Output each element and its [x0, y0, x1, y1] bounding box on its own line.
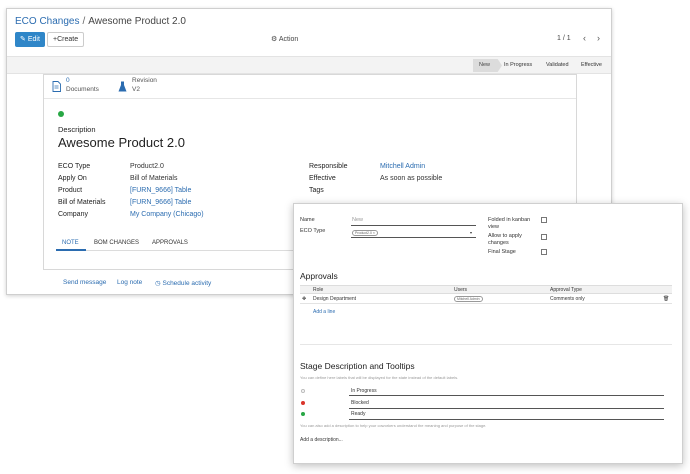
field-value[interactable]: My Company (Chicago) [130, 211, 204, 218]
field-label: ECO Type [58, 163, 91, 170]
tab-approvals[interactable]: APPROVALS [152, 240, 188, 246]
column-role[interactable]: Role [313, 287, 323, 293]
pencil-icon: ✎ [20, 36, 26, 43]
tab-note[interactable]: NOTE [62, 240, 79, 246]
field-value[interactable]: As soon as possible [380, 175, 442, 182]
description-label: Description [58, 125, 96, 134]
field-label: Tags [309, 187, 324, 194]
state-in-progress-underline [349, 395, 664, 396]
field-label: Product [58, 187, 83, 194]
schedule-activity-button[interactable]: ◷ Schedule activity [155, 279, 211, 287]
final-stage-checkbox[interactable] [541, 249, 547, 255]
log-note-button[interactable]: Log note [117, 279, 142, 286]
field-value[interactable]: [FURN_9666] Table [130, 187, 191, 194]
status-dot [58, 111, 64, 117]
name-label: Name [300, 217, 315, 223]
tab-bom-changes[interactable]: BOM CHANGES [94, 240, 139, 246]
field-value[interactable]: Mitchell Admin [380, 163, 425, 170]
stage-validated[interactable]: Validated [546, 62, 569, 68]
document-icon [52, 81, 61, 92]
active-tab-indicator [56, 249, 86, 251]
state-ready-input[interactable]: Ready [351, 411, 365, 417]
edit-button[interactable]: ✎ Edit [15, 32, 45, 47]
schedule-activity-label: Schedule activity [162, 280, 212, 287]
state-blocked-underline [349, 408, 664, 409]
close-icon[interactable]: × [373, 231, 375, 235]
documents-label: Documents [66, 86, 99, 93]
column-approval-type[interactable]: Approval Type [550, 287, 582, 293]
add-line-link[interactable]: Add a line [313, 309, 335, 315]
stage-description-help: You can define here labels that will be … [300, 375, 459, 380]
stage-dialog-window: Name New ECO Type Product2.0 × ▾ Folded … [293, 203, 683, 464]
action-label: Action [278, 36, 299, 43]
chevron-right-icon[interactable]: › [597, 33, 600, 43]
field-label: Apply On [58, 175, 87, 182]
approvals-table-header: Role Users Approval Type [300, 285, 672, 294]
field-label: Bill of Materials [58, 199, 106, 206]
create-button-label: Create [57, 36, 79, 43]
state-blocked-input[interactable]: Blocked [351, 400, 369, 406]
field-value[interactable]: Bill of Materials [130, 175, 177, 182]
name-input-underline [351, 225, 476, 226]
breadcrumb-separator: / [82, 16, 86, 27]
folded-label-line2: view [488, 224, 500, 230]
revision-label: Revision [132, 77, 157, 84]
action-menu[interactable]: ⚙ Action [271, 35, 298, 43]
record-title: Awesome Product 2.0 [58, 135, 185, 150]
state-ready-dot [301, 412, 305, 416]
drag-handle-icon[interactable]: ✥ [302, 296, 306, 302]
clock-icon: ◷ [155, 280, 161, 287]
state-in-progress-dot [301, 389, 305, 393]
column-users[interactable]: Users [454, 287, 467, 293]
field-label: Company [58, 211, 88, 218]
stage-description-heading: Stage Description and Tooltips [300, 361, 415, 371]
revision-value: V2 [132, 86, 140, 93]
trash-icon[interactable]: 🗑 [663, 296, 669, 302]
breadcrumb-current: Awesome Product 2.0 [88, 16, 186, 27]
revision-smart-button[interactable]: Revision V2 [110, 75, 220, 99]
table-row[interactable]: ✥ Design Department Mitchell Admin Comme… [300, 295, 672, 304]
final-stage-label: Final Stage [488, 249, 516, 255]
state-blocked-dot [301, 401, 305, 405]
eco-type-tag[interactable]: Product2.0 × [352, 230, 378, 236]
edit-button-label: Edit [27, 36, 40, 43]
status-bar: New In Progress Validated Effective [7, 56, 611, 74]
control-panel: ECO Changes / Awesome Product 2.0 ✎ Edit +… [7, 9, 611, 51]
approvals-heading: Approvals [300, 271, 338, 281]
create-button[interactable]: +Create [47, 32, 85, 47]
description-help: You can also add a description to help y… [300, 423, 487, 428]
breadcrumb: ECO Changes / Awesome Product 2.0 [15, 16, 186, 27]
folded-checkbox[interactable] [541, 217, 547, 223]
state-in-progress-input[interactable]: In Progress [351, 388, 377, 394]
dropdown-caret-icon[interactable]: ▾ [470, 230, 472, 235]
breadcrumb-eco-changes[interactable]: ECO Changes [15, 16, 79, 27]
eco-type-tag-label: Product2.0 [355, 231, 372, 235]
field-label: Effective [309, 175, 336, 182]
stage-new[interactable]: New [473, 59, 503, 72]
flask-icon [118, 81, 127, 92]
folded-label: Folded in kanban [488, 217, 531, 223]
users-tag: Mitchell Admin [454, 296, 483, 302]
eco-type-label: ECO Type [300, 228, 326, 234]
stage-effective[interactable]: Effective [581, 62, 602, 68]
section-divider [300, 344, 672, 345]
stage-in-progress[interactable]: In Progress [504, 62, 532, 68]
documents-count: 0 [66, 77, 70, 84]
state-ready-underline [349, 419, 664, 420]
role-cell: Design Department [313, 296, 357, 302]
allow-label-line2: changes [488, 240, 509, 246]
field-value[interactable]: [FURN_9666] Table [130, 199, 191, 206]
field-value[interactable]: Product2.0 [130, 163, 164, 170]
allow-label: Allow to apply [488, 233, 522, 239]
pager-value[interactable]: 1 / 1 [557, 35, 571, 42]
field-label: Responsible [309, 163, 348, 170]
approval-type-cell: Comments only [550, 296, 585, 302]
add-description-field[interactable]: Add a description... [300, 437, 343, 443]
eco-type-underline [351, 237, 476, 238]
send-message-button[interactable]: Send message [63, 279, 106, 286]
chevron-left-icon[interactable]: ‹ [583, 33, 586, 43]
name-input[interactable]: New [352, 217, 363, 223]
allow-apply-checkbox[interactable] [541, 234, 547, 240]
gear-icon: ⚙ [271, 36, 278, 43]
